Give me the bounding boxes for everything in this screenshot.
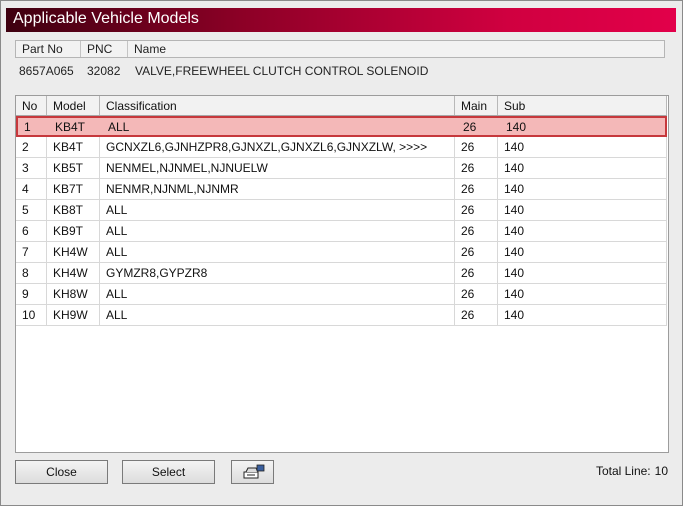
table-row[interactable]: 8 KH4W GYMZR8,GYPZR8 26 140 — [16, 263, 667, 284]
part-no-header: Part No — [16, 41, 81, 57]
print-button[interactable] — [231, 460, 274, 484]
cell-classification: ALL — [100, 284, 455, 304]
total-line: Total Line: 10 — [592, 464, 668, 478]
cell-classification: NENMR,NJNML,NJNMR — [100, 179, 455, 199]
cell-main: 26 — [455, 179, 498, 199]
table-row[interactable]: 6 KB9T ALL 26 140 — [16, 221, 667, 242]
column-header-sub[interactable]: Sub — [498, 96, 667, 115]
cell-no: 2 — [16, 137, 47, 157]
part-no-value: 8657A065 — [19, 64, 74, 78]
pnc-header: PNC — [81, 41, 128, 57]
cell-no: 7 — [16, 242, 47, 262]
cell-classification: ALL — [100, 221, 455, 241]
cell-no: 9 — [16, 284, 47, 304]
cell-sub: 140 — [498, 137, 667, 157]
part-name-value: VALVE,FREEWHEEL CLUTCH CONTROL SOLENOID — [135, 64, 429, 78]
title-bar: Applicable Vehicle Models — [6, 8, 676, 32]
table-row[interactable]: 4 KB7T NENMR,NJNML,NJNMR 26 140 — [16, 179, 667, 200]
table-row[interactable]: 2 KB4T GCNXZL6,GJNHZPR8,GJNXZL,GJNXZL6,GJN… — [16, 137, 667, 158]
cell-model: KB8T — [47, 200, 100, 220]
pnc-value: 32082 — [87, 64, 121, 78]
cell-model: KB7T — [47, 179, 100, 199]
cell-no: 5 — [16, 200, 47, 220]
cell-sub: 140 — [498, 242, 667, 262]
cell-main: 26 — [455, 221, 498, 241]
table-row[interactable]: 5 KB8T ALL 26 140 — [16, 200, 667, 221]
cell-main: 26 — [455, 263, 498, 283]
cell-model: KH8W — [47, 284, 100, 304]
column-header-model[interactable]: Model — [47, 96, 100, 115]
printer-icon — [243, 464, 264, 479]
table-row[interactable]: 10 KH9W ALL 26 140 — [16, 305, 667, 326]
cell-model: KH9W — [47, 305, 100, 325]
cell-classification: ALL — [100, 305, 455, 325]
cell-model: KB5T — [47, 158, 100, 178]
column-header-no[interactable]: No — [16, 96, 47, 115]
cell-main: 26 — [455, 200, 498, 220]
cell-no: 8 — [16, 263, 47, 283]
table-row[interactable]: 7 KH4W ALL 26 140 — [16, 242, 667, 263]
cell-sub: 140 — [498, 221, 667, 241]
cell-sub: 140 — [498, 179, 667, 199]
cell-classification: GCNXZL6,GJNHZPR8,GJNXZL,GJNXZL6,GJNXZLW,… — [100, 137, 455, 157]
vehicle-models-grid[interactable]: No Model Classification Main Sub 1 KB4T AL… — [15, 95, 669, 453]
cell-main: 26 — [455, 242, 498, 262]
total-line-value: 10 — [654, 464, 668, 478]
cell-main: 26 — [455, 305, 498, 325]
close-button[interactable]: Close — [15, 460, 108, 484]
window-title: Applicable Vehicle Models — [13, 10, 199, 27]
cell-main: 26 — [463, 120, 477, 134]
table-row[interactable]: 1 KB4T ALL 26 140 — [16, 116, 667, 137]
table-row[interactable]: 3 KB5T NENMEL,NJNMEL,NJNUELW 26 140 — [16, 158, 667, 179]
cell-sub: 140 — [498, 284, 667, 304]
cell-no: 4 — [16, 179, 47, 199]
cell-main: 26 — [455, 158, 498, 178]
cell-classification: ALL — [100, 200, 455, 220]
grid-header: No Model Classification Main Sub — [16, 96, 667, 116]
cell-classification: ALL — [100, 242, 455, 262]
column-header-main[interactable]: Main — [455, 96, 498, 115]
cell-model: KH4W — [47, 242, 100, 262]
cell-model: KB4T — [55, 120, 86, 134]
cell-sub: 140 — [498, 305, 667, 325]
cell-sub: 140 — [506, 120, 527, 134]
cell-classification: ALL — [108, 120, 130, 134]
select-button[interactable]: Select — [122, 460, 215, 484]
cell-model: KB9T — [47, 221, 100, 241]
cell-no: 10 — [16, 305, 47, 325]
cell-classification: NENMEL,NJNMEL,NJNUELW — [100, 158, 455, 178]
cell-model: KB4T — [47, 137, 100, 157]
cell-no: 6 — [16, 221, 47, 241]
total-line-label: Total Line: — [595, 464, 651, 478]
cell-classification: GYMZR8,GYPZR8 — [100, 263, 455, 283]
cell-no: 3 — [16, 158, 47, 178]
part-info-header: Part No PNC Name — [15, 40, 665, 58]
name-header: Name — [134, 42, 167, 56]
part-info-row: 8657A065 32082 VALVE,FREEWHEEL CLUTCH CO… — [15, 62, 665, 80]
cell-sub: 140 — [498, 263, 667, 283]
cell-sub: 140 — [498, 158, 667, 178]
cell-model: KH4W — [47, 263, 100, 283]
cell-main: 26 — [455, 284, 498, 304]
cell-no: 1 — [24, 120, 31, 134]
column-header-classification[interactable]: Classification — [100, 96, 455, 115]
table-row[interactable]: 9 KH8W ALL 26 140 — [16, 284, 667, 305]
cell-sub: 140 — [498, 200, 667, 220]
applicable-vehicle-models-window: Applicable Vehicle Models Part No PNC Na… — [0, 0, 683, 506]
cell-main: 26 — [455, 137, 498, 157]
